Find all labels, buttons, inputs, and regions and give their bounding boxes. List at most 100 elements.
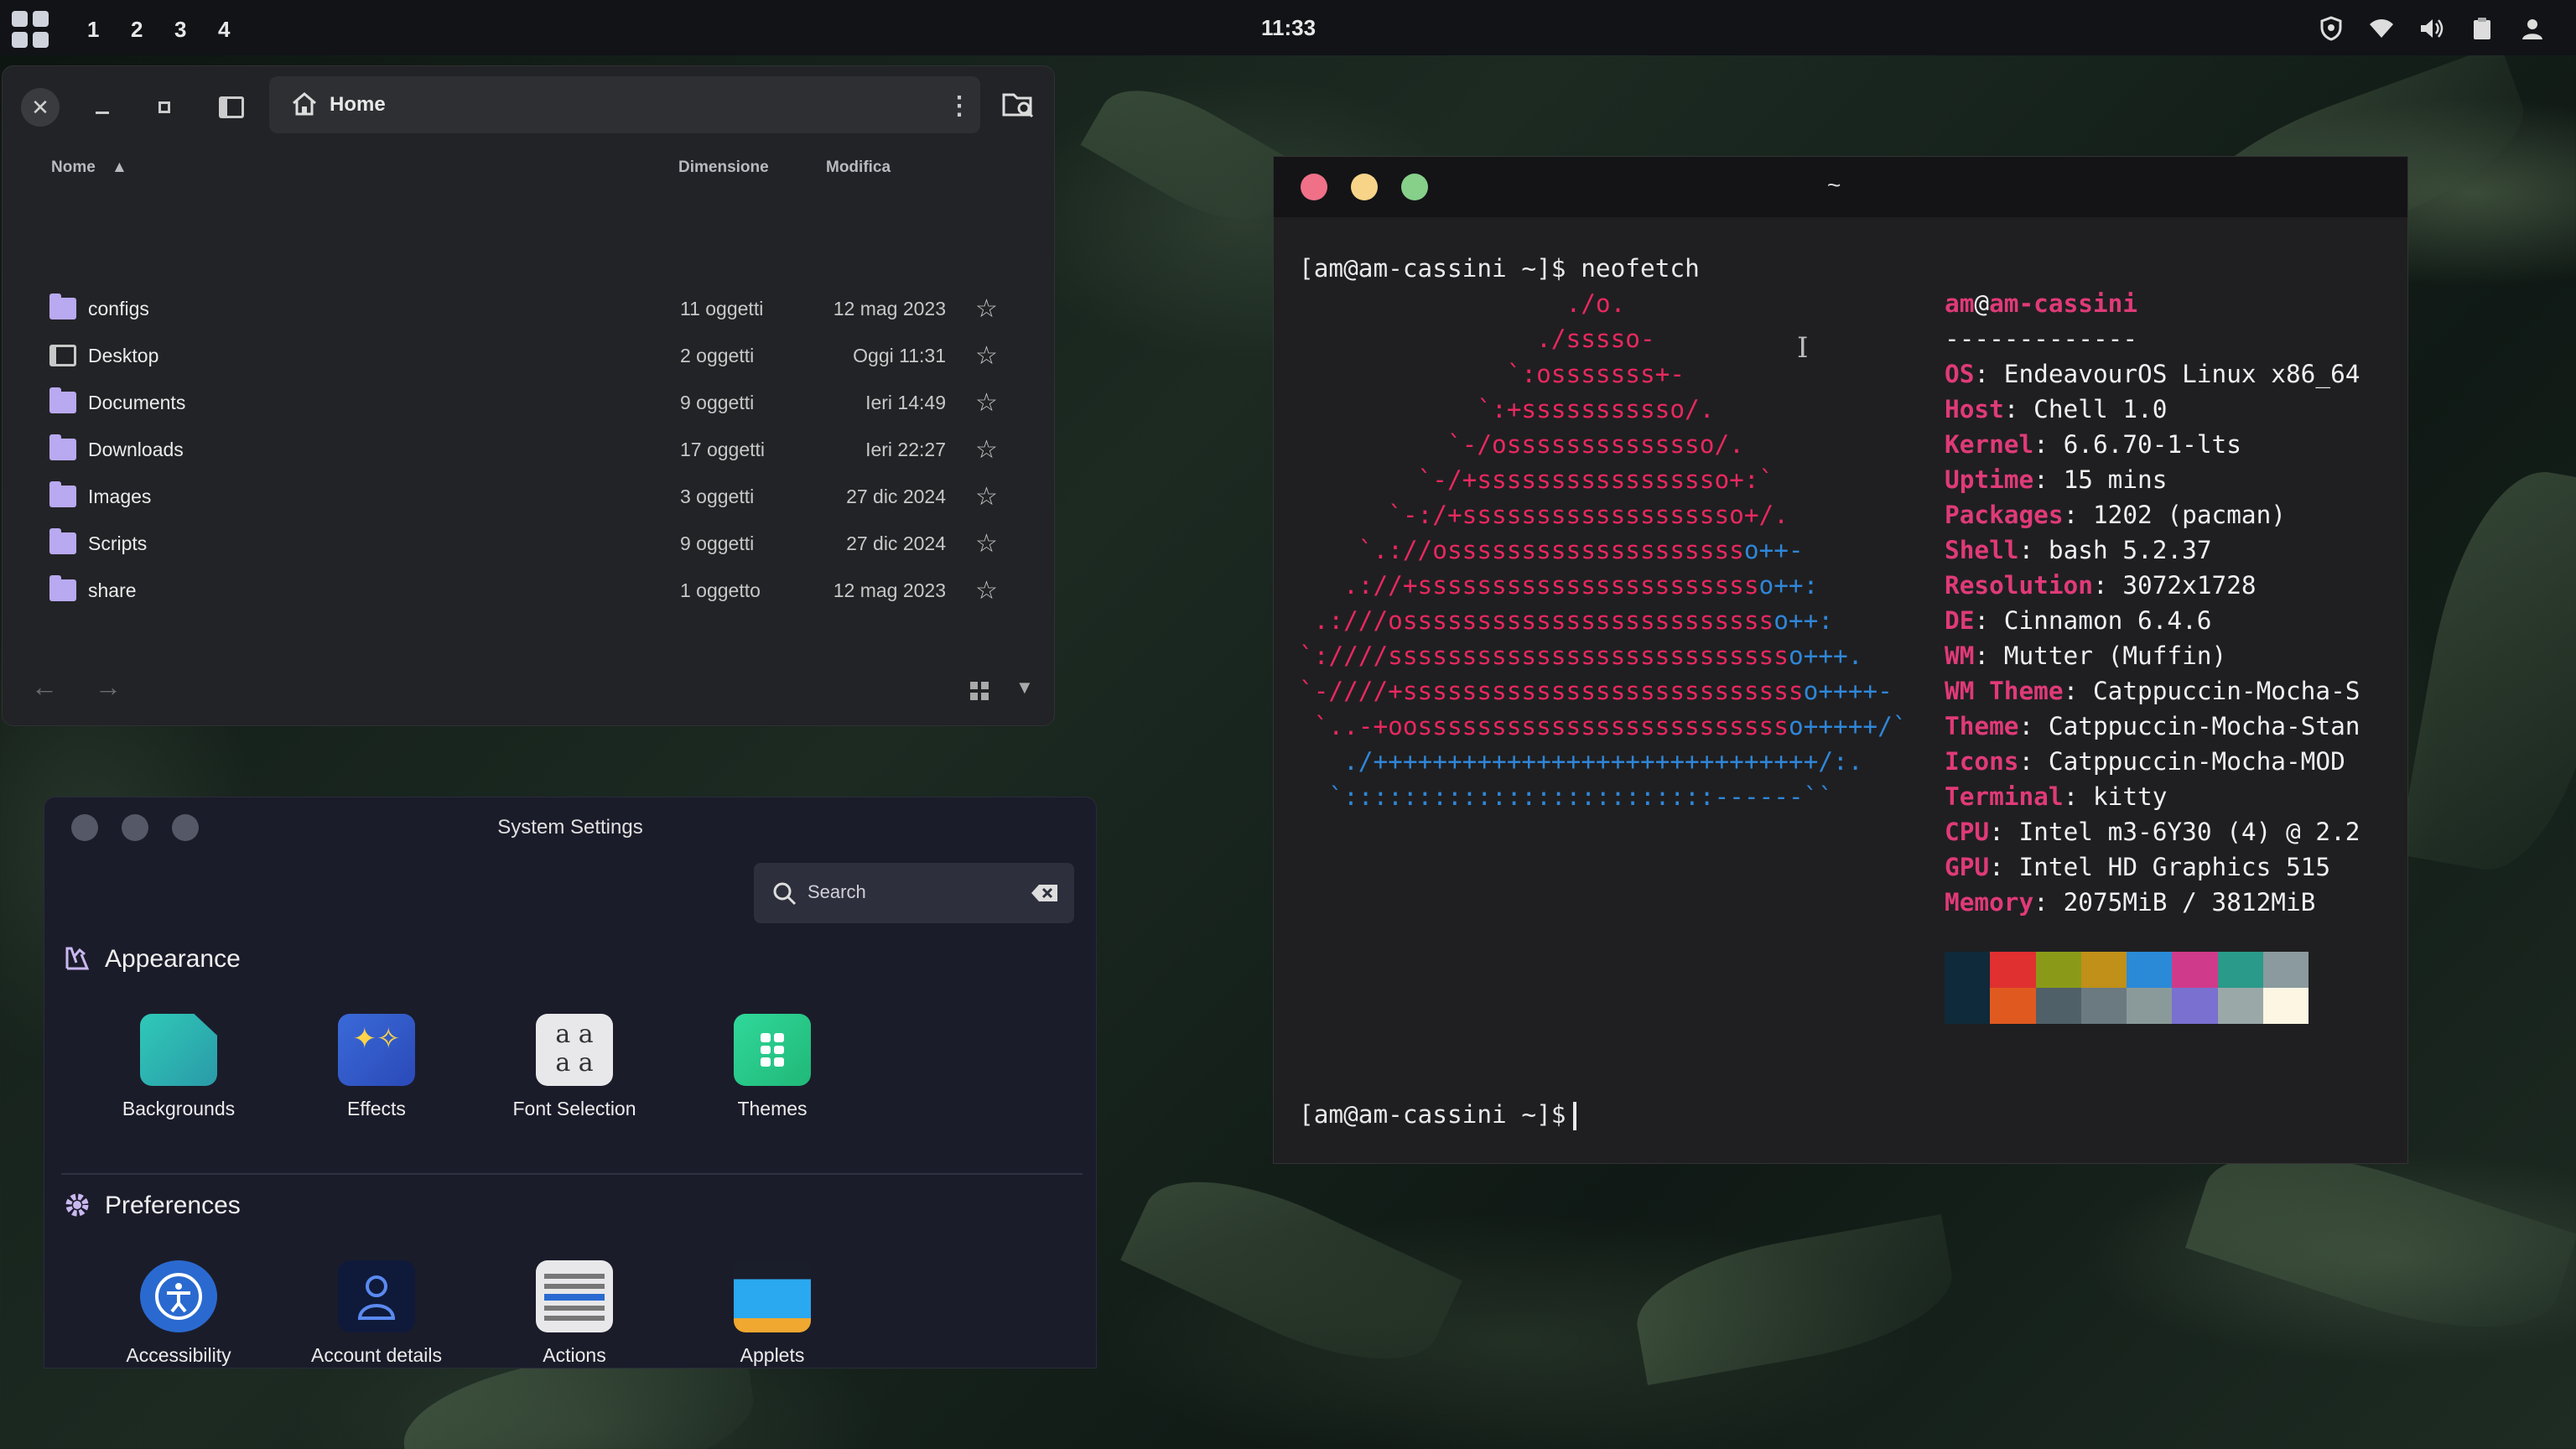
actions-tile[interactable]: Actions <box>474 1260 675 1367</box>
info-value: 3072x1728 <box>2122 571 2257 600</box>
prompt-line[interactable]: [am@am-cassini ~]$ <box>1299 1097 1576 1132</box>
info-key: OS <box>1945 360 1975 388</box>
effects-tile[interactable]: ✦✧ Effects <box>276 1014 477 1120</box>
volume-icon[interactable] <box>2417 13 2447 44</box>
ascii-line: `-/+sssssssssssssssso+:` <box>1299 465 1774 494</box>
file-row[interactable]: Images 3 oggetti 27 dic 2024 ☆ <box>3 472 1054 519</box>
ascii-logo: ./o. ./sssso- `:osssssss+- `:+ssssssssss… <box>1299 286 1908 814</box>
info-line: Icons: Catppuccin-Mocha-MOD <box>1945 747 2345 776</box>
close-icon[interactable]: ✕ <box>21 88 60 127</box>
grid-view-icon[interactable] <box>970 682 989 700</box>
font-selection-tile[interactable]: a aa a Font Selection <box>474 1014 675 1120</box>
file-row[interactable]: Desktop 2 oggetti Oggi 11:31 ☆ <box>3 331 1054 378</box>
shield-icon[interactable] <box>2316 13 2346 44</box>
close-icon[interactable] <box>1301 174 1327 200</box>
file-row[interactable]: Downloads 17 oggetti Ieri 22:27 ☆ <box>3 425 1054 472</box>
file-date: Ieri 14:49 <box>865 392 946 413</box>
clipboard-icon[interactable] <box>2467 13 2497 44</box>
info-key: Uptime <box>1945 465 2034 494</box>
star-icon[interactable]: ☆ <box>975 388 998 418</box>
tile-label: Account details <box>311 1344 442 1366</box>
star-icon[interactable]: ☆ <box>975 482 998 512</box>
home-icon <box>293 92 316 116</box>
sidebar-toggle-icon[interactable] <box>212 88 251 127</box>
info-line: OS: EndeavourOS Linux x86_64 <box>1945 360 2360 388</box>
palette-swatch <box>2217 988 2263 1024</box>
star-icon[interactable]: ☆ <box>975 294 998 324</box>
back-arrow-icon[interactable]: ← <box>31 672 58 703</box>
maximize-icon[interactable] <box>145 88 184 127</box>
terminal-titlebar[interactable]: ~ <box>1274 157 2407 217</box>
location-bar[interactable]: Home ⋮ <box>269 76 980 133</box>
color-palette <box>1945 952 2309 1024</box>
minimize-icon[interactable] <box>1351 174 1378 200</box>
palette-swatch <box>1945 952 1991 988</box>
account-details-tile[interactable]: Account details <box>276 1260 477 1367</box>
star-icon[interactable]: ☆ <box>975 576 998 605</box>
workspace-2[interactable]: 2 <box>131 17 143 43</box>
search-input[interactable]: Search <box>754 863 1074 923</box>
cursor <box>1572 1101 1576 1130</box>
info-value: Catppuccin-Mocha-MOD <box>2048 747 2345 776</box>
tile-label: Accessibility <box>126 1344 231 1366</box>
ascii-line: `..-+oossssssssssssssssssssssssso+++++/` <box>1299 712 1908 740</box>
applets-tile[interactable]: Applets <box>672 1260 873 1367</box>
clear-icon[interactable] <box>1031 883 1059 903</box>
prompt-line: [am@am-cassini ~]$ neofetch <box>1299 251 1700 286</box>
user-name: am <box>1945 289 1975 318</box>
star-icon[interactable]: ☆ <box>975 341 998 371</box>
file-name: Scripts <box>88 532 148 554</box>
file-row[interactable]: share 1 oggetto 12 mag 2023 ☆ <box>3 566 1054 613</box>
maximize-icon[interactable] <box>1401 174 1428 200</box>
workspace-4[interactable]: 4 <box>218 17 230 43</box>
system-settings-window: System Settings Search Appearance Backgr… <box>44 797 1097 1368</box>
workspace-3[interactable]: 3 <box>174 17 186 43</box>
info-key: Resolution <box>1945 571 2093 600</box>
terminal-window[interactable]: ~ [am@am-cassini ~]$ neofetch ./o. ./sss… <box>1273 156 2408 1164</box>
file-size: 9 oggetti <box>680 532 755 554</box>
view-dropdown-icon[interactable]: ▼ <box>1015 677 1034 699</box>
column-name[interactable]: Nome <box>51 158 96 177</box>
palette-swatch <box>2172 988 2218 1024</box>
forward-arrow-icon[interactable]: → <box>95 672 122 703</box>
tile-label: Backgrounds <box>122 1098 236 1119</box>
ascii-line: .://+ssssssssssssssssssssssso++: <box>1299 571 1819 600</box>
star-icon[interactable]: ☆ <box>975 435 998 465</box>
wifi-icon[interactable] <box>2366 13 2397 44</box>
accessibility-tile[interactable]: Accessibility <box>78 1260 279 1367</box>
file-name: Downloads <box>88 439 184 460</box>
search-folder-icon[interactable] <box>1002 90 1036 124</box>
file-manager-window: ✕ Home ⋮ Nome ▲ Dimensione Modifica conf… <box>2 65 1055 726</box>
column-modified[interactable]: Modifica <box>826 158 891 177</box>
info-key: Terminal <box>1945 782 2064 811</box>
themes-icon <box>734 1014 811 1086</box>
ascii-line: `:+sssssssssso/. <box>1299 395 1715 423</box>
column-size[interactable]: Dimensione <box>678 158 769 177</box>
effects-icon: ✦✧ <box>338 1014 415 1086</box>
info-key: WM <box>1945 641 1975 670</box>
file-date: 27 dic 2024 <box>846 486 946 507</box>
account-icon <box>338 1260 415 1332</box>
menu-kebab-icon[interactable]: ⋮ <box>947 91 972 121</box>
clock[interactable]: 11:33 <box>1261 15 1316 41</box>
command: neofetch <box>1581 254 1700 283</box>
app-menu-icon[interactable] <box>12 11 49 48</box>
file-size: 17 oggetti <box>680 439 766 460</box>
themes-tile[interactable]: Themes <box>672 1014 873 1120</box>
sort-arrow-icon[interactable]: ▲ <box>112 158 127 177</box>
minimize-icon[interactable] <box>83 88 122 127</box>
user-icon[interactable] <box>2517 13 2547 44</box>
file-row[interactable]: configs 11 oggetti 12 mag 2023 ☆ <box>3 284 1054 331</box>
file-row[interactable]: Documents 9 oggetti Ieri 14:49 ☆ <box>3 378 1054 425</box>
file-row[interactable]: Scripts 9 oggetti 27 dic 2024 ☆ <box>3 519 1054 566</box>
workspace-1[interactable]: 1 <box>87 17 99 43</box>
section-appearance: Appearance <box>65 945 241 974</box>
info-line: Host: Chell 1.0 <box>1945 395 2168 423</box>
palette-swatch <box>2262 988 2309 1024</box>
section-title: Preferences <box>105 1192 241 1219</box>
folder-icon <box>49 387 76 413</box>
file-size: 3 oggetti <box>680 486 755 507</box>
star-icon[interactable]: ☆ <box>975 529 998 558</box>
neofetch-info: am@am-cassini ------------- OS: Endeavou… <box>1945 286 2360 920</box>
backgrounds-tile[interactable]: Backgrounds <box>78 1014 279 1120</box>
